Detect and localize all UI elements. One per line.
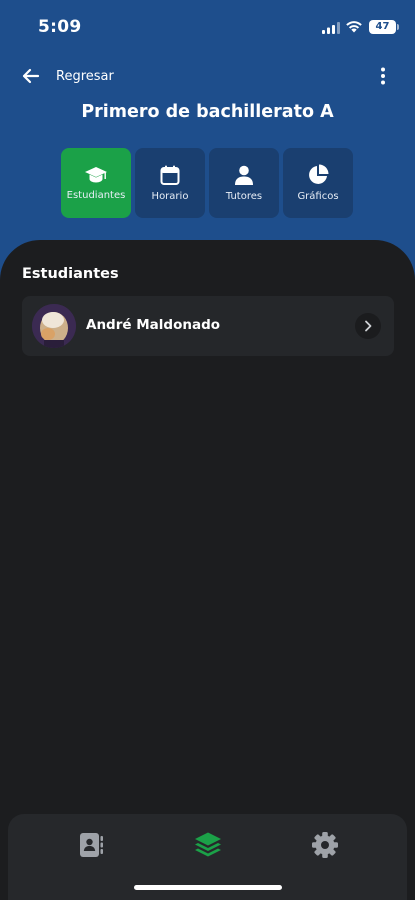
cellular-signal-icon — [322, 22, 340, 34]
graduation-cap-icon — [85, 167, 107, 183]
tab-tutores[interactable]: Tutores — [209, 148, 279, 218]
calendar-icon — [160, 165, 180, 185]
tab-label: Tutores — [225, 191, 263, 202]
nav-contacts[interactable] — [76, 830, 106, 860]
student-name: André Maldonado — [86, 317, 221, 333]
more-options-button[interactable] — [374, 64, 392, 88]
gear-icon — [312, 832, 338, 858]
open-student-button[interactable] — [355, 313, 381, 339]
contacts-book-icon — [80, 833, 103, 857]
user-icon — [235, 165, 253, 185]
more-vertical-icon — [381, 67, 385, 85]
nav-layers[interactable] — [193, 830, 223, 860]
tab-estudiantes[interactable]: Estudiantes — [61, 148, 131, 218]
section-title: Estudiantes — [22, 266, 119, 282]
chevron-right-icon — [365, 320, 372, 332]
tab-label: Gráficos — [297, 191, 339, 202]
pie-chart-icon — [309, 164, 329, 184]
tab-label: Horario — [151, 191, 189, 202]
tab-graficos[interactable]: Gráficos — [283, 148, 353, 218]
student-list-item[interactable]: André Maldonado — [22, 296, 394, 356]
nav-settings[interactable] — [310, 830, 340, 860]
home-indicator — [134, 885, 282, 890]
battery-indicator: 47 — [369, 20, 399, 34]
layers-icon — [195, 832, 221, 857]
section-tabs: Estudiantes Horario Tutores Gráficos — [61, 148, 353, 218]
wifi-icon — [346, 21, 362, 33]
tab-label: Estudiantes — [66, 190, 126, 201]
page-title: Primero de bachillerato A — [81, 102, 334, 122]
tab-horario[interactable]: Horario — [135, 148, 205, 218]
status-bar: 5:09 47 — [0, 0, 415, 54]
back-label: Regresar — [56, 68, 114, 84]
status-time: 5:09 — [38, 17, 82, 37]
back-button[interactable]: Regresar — [22, 64, 114, 88]
avatar — [32, 304, 76, 348]
arrow-left-icon — [22, 68, 40, 84]
